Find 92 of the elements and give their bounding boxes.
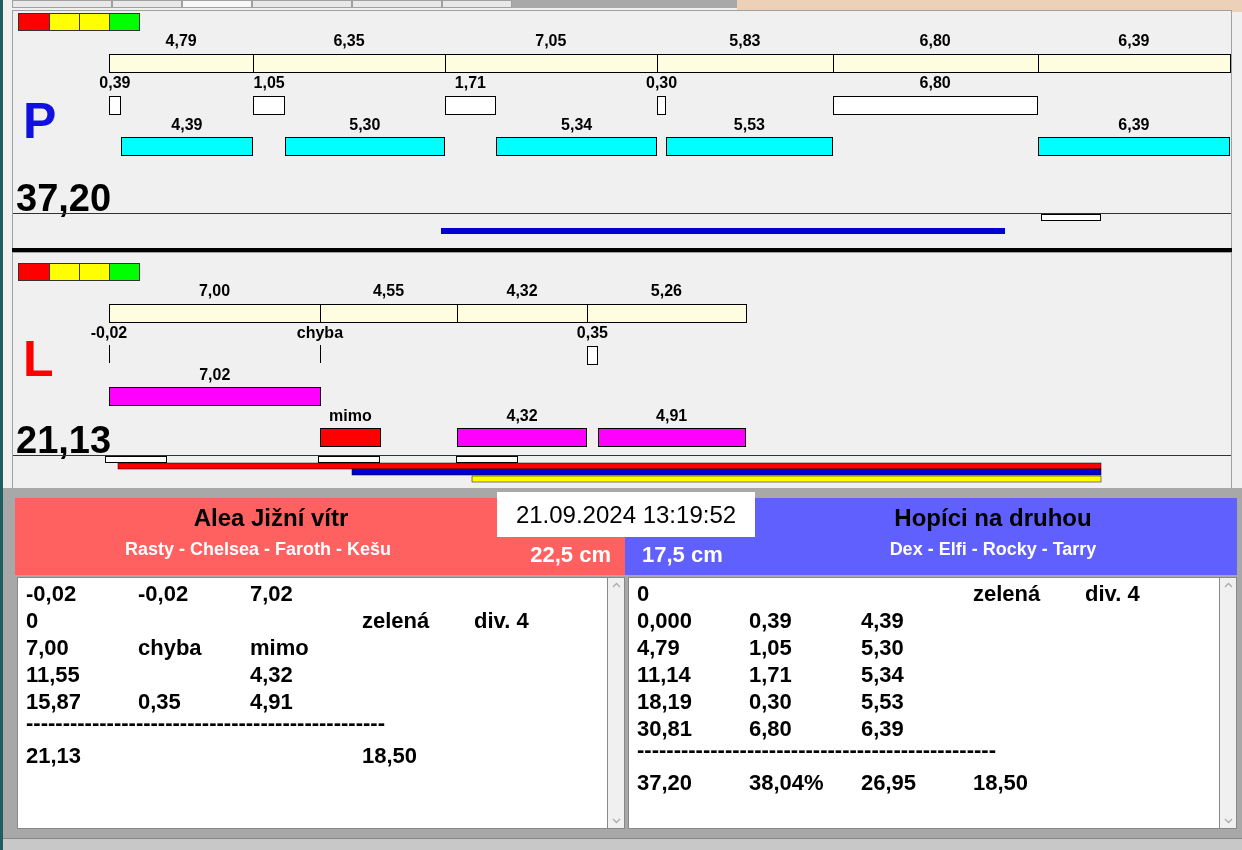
traffic-light-icon [18, 13, 140, 31]
result-value: 26,95 [861, 770, 917, 796]
result-value: 7,02 [250, 581, 293, 607]
value-label: 0,39 [99, 74, 131, 92]
result-value: 5,34 [861, 662, 904, 688]
result-value: 4,91 [250, 689, 293, 715]
value-label: 7,02 [199, 366, 231, 384]
value-label: 6,80 [919, 32, 951, 50]
result-value: mimo [250, 635, 309, 661]
result-value: 6,39 [861, 716, 904, 742]
fault-tick [319, 345, 321, 363]
value-label: 5,34 [561, 116, 593, 134]
result-value: chyba [138, 635, 202, 661]
result-value: 0,35 [138, 689, 181, 715]
result-value: 0,39 [749, 608, 792, 634]
value-label: 4,79 [165, 32, 197, 50]
value-label: 5,83 [729, 32, 761, 50]
result-value: 0,000 [637, 608, 693, 634]
result-value: 21,13 [26, 743, 82, 769]
scrollbar[interactable] [1220, 577, 1237, 829]
value-label: 7,05 [535, 32, 567, 50]
result-value: 37,20 [637, 770, 693, 796]
result-value: 18,50 [973, 770, 1029, 796]
result-value: 6,80 [749, 716, 792, 742]
value-label: 4,32 [506, 407, 538, 425]
value-label: 1,05 [253, 74, 285, 92]
lane-total: 37,20 [16, 179, 112, 217]
value-label: 4,32 [506, 282, 538, 300]
value-label: 6,39 [1118, 116, 1150, 134]
result-value: 0 [26, 608, 39, 634]
result-value: 4,39 [861, 608, 904, 634]
lane-letter: P [23, 96, 57, 146]
result-value: 5,30 [861, 635, 904, 661]
height-value: 17,5 cm [642, 541, 723, 569]
result-value: -0,02 [26, 581, 77, 607]
result-value: div. 4 [474, 608, 529, 634]
result-value: -0,02 [138, 581, 189, 607]
result-value: 1,71 [749, 662, 792, 688]
result-value: 18,19 [637, 689, 693, 715]
fault-tick [109, 345, 110, 363]
result-value: 30,81 [637, 716, 693, 742]
value-label: 4,91 [656, 407, 688, 425]
value-label: 4,39 [171, 116, 203, 134]
result-value: 11,55 [26, 662, 80, 688]
result-value: div. 4 [1085, 581, 1140, 607]
timestamp: 21.09.2024 13:19:52 [497, 492, 755, 537]
value-label: 4,55 [372, 282, 404, 300]
fault-box [587, 346, 598, 365]
fault-box [444, 96, 497, 115]
result-value: 0,30 [749, 689, 792, 715]
scroll-down-icon[interactable] [1223, 818, 1233, 824]
lane-total: 21,13 [16, 421, 112, 459]
value-label: 6,80 [919, 74, 951, 92]
fault-box [657, 96, 667, 115]
results-text-area[interactable]: 0 zelená div. 4 0,000 0,39 4,39 4,79 1,05 5,30 11,14 1,71 5,34 18,19 0,30 5,53 30,81 6,80 6,39 ------------------------------------------------- 37,20 38,04% 26,95 18,50 [628, 577, 1220, 829]
fault-box [109, 96, 121, 115]
value-label: 5,30 [349, 116, 381, 134]
value-label: -0,02 [90, 324, 128, 342]
scroll-down-icon[interactable] [611, 818, 621, 824]
value-label: mimo [329, 407, 372, 425]
result-value: 11,14 [637, 662, 691, 688]
value-label: 0,35 [576, 324, 608, 342]
traffic-light-icon [18, 263, 140, 281]
value-label: 5,53 [733, 116, 765, 134]
lane-letter: L [23, 334, 54, 384]
results-text-area[interactable]: -0,02 -0,02 7,02 0 zelená div. 4 7,00 chyba mimo 11,55 4,32 15,87 0,35 4,91 ------------------------------------------------- 21,13 18,50 [17, 577, 608, 829]
result-value: 7,00 [26, 635, 69, 661]
height-value: 22,5 cm [530, 541, 611, 569]
team-members: Dex - Elfi - Rocky - Tarry [888, 538, 1098, 561]
value-label: 6,39 [1118, 32, 1150, 50]
scroll-up-icon[interactable] [1223, 582, 1233, 588]
scroll-up-icon[interactable] [611, 582, 621, 588]
value-label: chyba [296, 324, 344, 342]
scrollbar[interactable] [608, 577, 625, 829]
team-name: Hopíci na druhou [893, 503, 1093, 533]
team-members: Rasty - Chelsea - Faroth - Kešu [123, 538, 393, 561]
value-label: 5,26 [650, 282, 682, 300]
value-label: 0,30 [646, 74, 678, 92]
fault-box [253, 96, 285, 115]
result-value: 5,53 [861, 689, 904, 715]
value-label: 1,71 [454, 74, 486, 92]
result-value: 15,87 [26, 689, 82, 715]
result-value: 4,32 [250, 662, 293, 688]
result-value: 18,50 [362, 743, 418, 769]
result-value: zelená [362, 608, 430, 634]
result-value: 1,05 [749, 635, 792, 661]
value-label: 6,35 [333, 32, 365, 50]
value-label: 7,00 [198, 282, 230, 300]
result-value: 4,79 [637, 635, 680, 661]
result-value: zelená [973, 581, 1041, 607]
result-value: 0 [637, 581, 650, 607]
result-value: 38,04% [749, 770, 824, 796]
